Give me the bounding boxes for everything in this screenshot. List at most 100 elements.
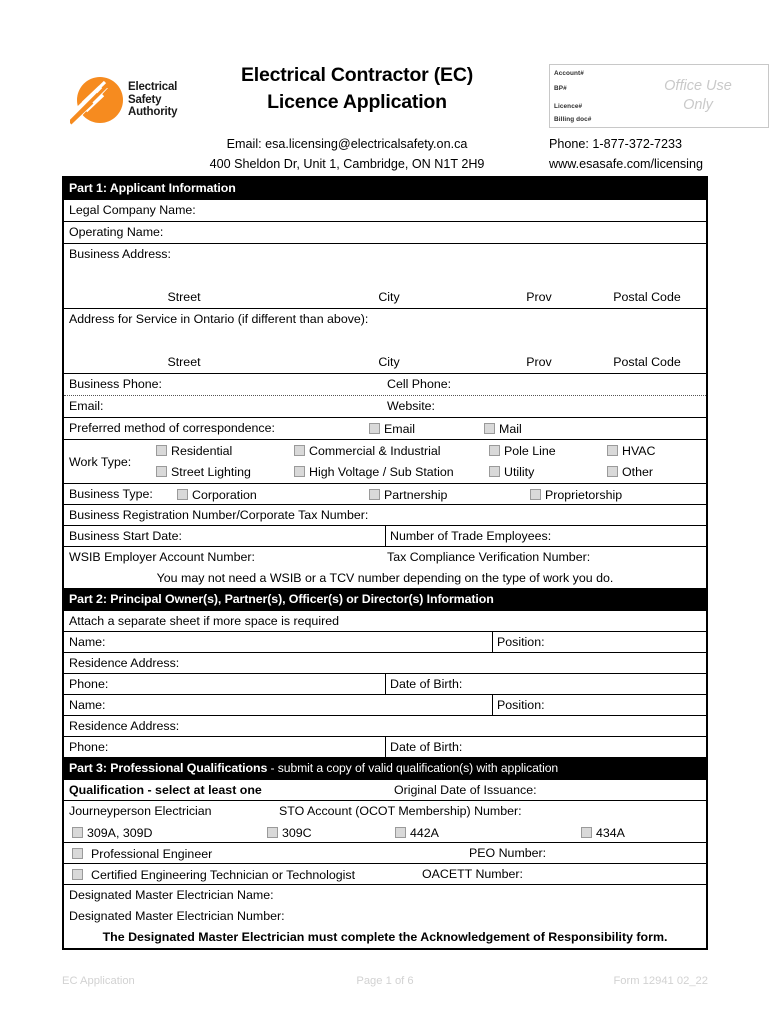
label-business-address: Business Address: <box>69 247 171 261</box>
checkbox-preferred-mail[interactable] <box>484 423 495 434</box>
footer-form-number: Form 12941 02_22 <box>613 975 708 987</box>
esa-logo: Electrical Safety Authority <box>70 74 190 136</box>
page-footer: EC Application Page 1 of 6 Form 12941 02… <box>62 975 708 991</box>
checkbox-option-hvac[interactable]: HVAC <box>607 444 656 458</box>
label-business-type: Business Type: <box>69 487 153 501</box>
header-contact-left: Email: esa.licensing@electricalsafety.on… <box>137 134 557 174</box>
checkbox-option-commercial-industrial[interactable]: Commercial & Industrial <box>294 444 441 458</box>
office-watermark-line-2: Only <box>683 97 713 113</box>
header-contact-right: Phone: 1-877-372-7233 www.esasafe.com/li… <box>549 134 770 174</box>
label-city-2: City <box>378 355 400 369</box>
checkbox-high-voltage[interactable] <box>294 466 305 477</box>
checkbox-street-lighting[interactable] <box>156 466 167 477</box>
checkbox-preferred-email[interactable] <box>369 423 380 434</box>
label-journeyperson: Journeyperson Electrician <box>69 804 212 818</box>
label-service-address: Address for Service in Ontario (if diffe… <box>69 312 369 326</box>
row-work-type[interactable]: Work Type: Residential Commercial & Indu… <box>64 440 706 484</box>
checkbox-309a-309d[interactable] <box>72 827 83 838</box>
label-preferred-email: Email <box>384 422 415 436</box>
checkbox-certified-technician[interactable] <box>72 869 83 880</box>
checkbox-option-other[interactable]: Other <box>607 465 653 479</box>
note-wsib: You may not need a WSIB or a TCV number … <box>156 571 614 585</box>
checkbox-hvac[interactable] <box>607 445 618 456</box>
checkbox-proprietorship[interactable] <box>530 489 541 500</box>
checkbox-utility[interactable] <box>489 466 500 477</box>
row-business-address[interactable]: Business Address: Street City Prov Posta… <box>64 244 706 309</box>
row-qualification-header: Qualification - select at least one Orig… <box>64 780 706 801</box>
row-dme-number[interactable]: Designated Master Electrician Number: <box>64 906 706 927</box>
label-partnership: Partnership <box>384 488 448 502</box>
row-owner2-residence[interactable]: Residence Address: <box>64 716 706 737</box>
label-street: Street <box>167 290 201 304</box>
office-field-licence: Licence# <box>554 103 583 110</box>
row-trade-codes[interactable]: 309A, 309D 309C 442A 434A <box>64 822 706 843</box>
row-business-registration[interactable]: Business Registration Number/Corporate T… <box>64 505 706 526</box>
checkbox-corporation[interactable] <box>177 489 188 500</box>
label-owner2-name: Name: <box>69 698 106 712</box>
checkbox-option-434a[interactable]: 434A <box>581 826 625 840</box>
row-wsib-tcv[interactable]: WSIB Employer Account Number: Tax Compli… <box>64 547 706 568</box>
label-postal-code: Postal Code <box>613 290 681 304</box>
row-certified-technician[interactable]: Certified Engineering Technician or Tech… <box>64 864 706 885</box>
label-owner2-residence: Residence Address: <box>69 719 180 733</box>
note-dme-responsibility: The Designated Master Electrician must c… <box>102 930 668 944</box>
label-oacett-number: OACETT Number: <box>422 867 523 881</box>
checkbox-option-street-lighting[interactable]: Street Lighting <box>156 465 251 479</box>
row-email-website[interactable]: Email: Website: <box>64 396 706 418</box>
office-field-billing-doc: Billing doc# <box>554 116 592 123</box>
checkbox-option-preferred-email[interactable]: Email <box>369 422 415 436</box>
row-operating-name[interactable]: Operating Name: <box>64 222 706 244</box>
checkbox-pole-line[interactable] <box>489 445 500 456</box>
checkbox-partnership[interactable] <box>369 489 380 500</box>
checkbox-option-utility[interactable]: Utility <box>489 465 534 479</box>
checkbox-434a[interactable] <box>581 827 592 838</box>
row-owner1-phone-dob[interactable]: Phone: Date of Birth: <box>64 674 706 695</box>
checkbox-professional-engineer[interactable] <box>72 848 83 859</box>
row-dme-name[interactable]: Designated Master Electrician Name: <box>64 885 706 906</box>
checkbox-option-proprietorship[interactable]: Proprietorship <box>530 488 622 502</box>
row-owner2-name[interactable]: Name: Position: <box>64 695 706 716</box>
label-business-registration: Business Registration Number/Corporate T… <box>69 508 369 522</box>
checkbox-option-corporation[interactable]: Corporation <box>177 488 257 502</box>
checkbox-option-442a[interactable]: 442A <box>395 826 439 840</box>
checkbox-option-309c[interactable]: 309C <box>267 826 312 840</box>
checkbox-option-partnership[interactable]: Partnership <box>369 488 447 502</box>
esa-logo-wordmark: Electrical Safety Authority <box>128 81 178 119</box>
row-preferred-method[interactable]: Preferred method of correspondence: Emai… <box>64 418 706 440</box>
checkbox-option-high-voltage[interactable]: High Voltage / Sub Station <box>294 465 454 479</box>
label-utility: Utility <box>504 465 535 479</box>
row-service-address[interactable]: Address for Service in Ontario (if diffe… <box>64 309 706 374</box>
label-operating-name: Operating Name: <box>69 225 164 239</box>
row-professional-engineer[interactable]: Professional Engineer PEO Number: <box>64 843 706 864</box>
checkbox-442a[interactable] <box>395 827 406 838</box>
label-dme-name: Designated Master Electrician Name: <box>69 888 274 902</box>
row-legal-company-name[interactable]: Legal Company Name: <box>64 200 706 222</box>
row-business-phone[interactable]: Business Phone: Cell Phone: <box>64 374 706 396</box>
checkbox-option-certified-technician[interactable]: Certified Engineering Technician or Tech… <box>72 868 355 882</box>
label-proprietorship: Proprietorship <box>545 488 623 502</box>
row-journeyperson-sto[interactable]: Journeyperson Electrician STO Account (O… <box>64 801 706 822</box>
label-owner1-position: Position: <box>497 635 545 649</box>
checkbox-option-309a-309d[interactable]: 309A, 309D <box>72 826 152 840</box>
checkbox-option-pole-line[interactable]: Pole Line <box>489 444 556 458</box>
checkbox-option-preferred-mail[interactable]: Mail <box>484 422 522 436</box>
checkbox-option-professional-engineer[interactable]: Professional Engineer <box>72 847 212 861</box>
checkbox-residential[interactable] <box>156 445 167 456</box>
checkbox-309c[interactable] <box>267 827 278 838</box>
row-owner2-phone-dob[interactable]: Phone: Date of Birth: <box>64 737 706 758</box>
checkbox-other[interactable] <box>607 466 618 477</box>
address-line: 400 Sheldon Dr, Unit 1, Cambridge, ON N1… <box>209 157 485 171</box>
website-line: www.esasafe.com/licensing <box>549 157 703 171</box>
row-owner1-residence[interactable]: Residence Address: <box>64 653 706 674</box>
phone-line: Phone: 1-877-372-7233 <box>549 137 683 151</box>
label-preferred-method: Preferred method of correspondence: <box>69 421 275 435</box>
form-page: Electrical Safety Authority Electrical C… <box>0 0 770 1024</box>
row-owner1-name[interactable]: Name: Position: <box>64 632 706 653</box>
checkbox-commercial-industrial[interactable] <box>294 445 305 456</box>
label-sto-account: STO Account (OCOT Membership) Number: <box>279 804 522 818</box>
row-business-type[interactable]: Business Type: Corporation Partnership P… <box>64 484 706 505</box>
checkbox-option-residential[interactable]: Residential <box>156 444 232 458</box>
logo-word-2: Safety <box>128 93 162 106</box>
row-business-start-date[interactable]: Business Start Date: Number of Trade Emp… <box>64 526 706 547</box>
esa-logo-icon <box>70 77 123 125</box>
